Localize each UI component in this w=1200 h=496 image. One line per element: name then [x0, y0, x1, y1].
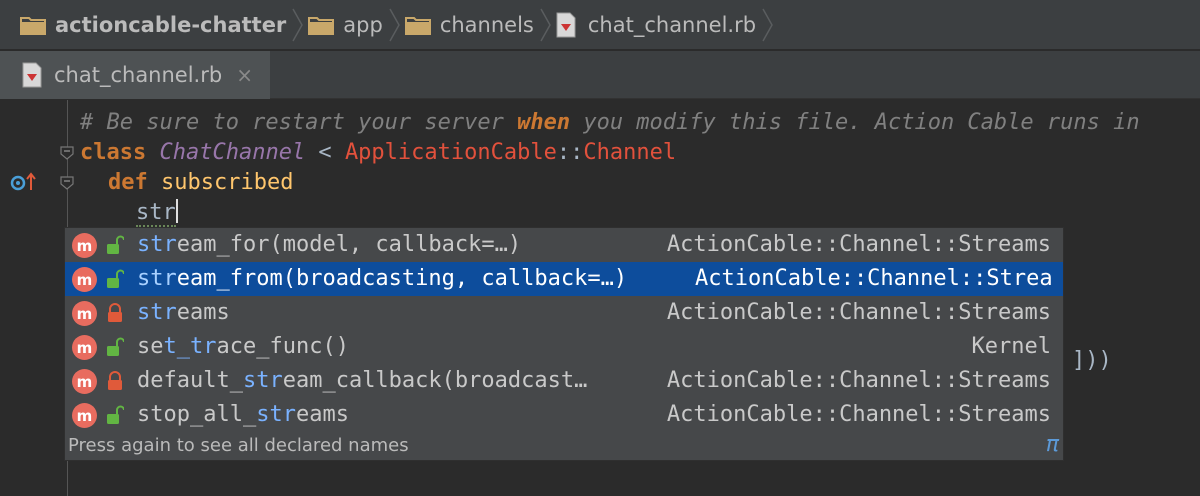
completion-item-name: stop_all_streams — [137, 398, 349, 432]
breadcrumb-item-app[interactable]: app — [308, 0, 405, 50]
completion-item-type: Kernel — [971, 334, 1051, 359]
public-lock-icon — [107, 405, 124, 424]
fold-icon[interactable] — [60, 176, 74, 190]
breadcrumb-item-project[interactable]: actioncable-chatter — [20, 0, 308, 50]
name-match: str — [242, 368, 283, 393]
chevron-right-icon — [389, 8, 400, 41]
name-match: str — [137, 266, 177, 291]
completion-item-type: ActionCable::Channel::Strea — [695, 266, 1053, 291]
comment-keyword: when — [517, 110, 571, 135]
editor-tab-bar: chat_channel.rb × — [0, 51, 1200, 99]
scope-separator: :: — [556, 140, 584, 165]
public-lock-icon — [107, 269, 124, 288]
fold-icon[interactable] — [60, 146, 74, 160]
override-method-icon[interactable] — [10, 172, 38, 192]
tab-chat-channel[interactable]: chat_channel.rb × — [0, 51, 270, 99]
close-icon[interactable]: × — [236, 63, 253, 87]
text-caret — [175, 199, 178, 223]
private-lock-icon — [108, 371, 122, 390]
completion-item-name: default_stream_callback(broadcast… — [137, 364, 587, 398]
folder-icon — [308, 15, 335, 35]
keyword-def: def — [108, 170, 148, 195]
name-suffix: ace_func() — [216, 334, 349, 359]
keyword-class: class — [80, 140, 147, 165]
tab-label: chat_channel.rb — [54, 63, 223, 87]
breadcrumb-item-file[interactable]: chat_channel.rb — [556, 0, 778, 50]
completion-item-type: ActionCable::Channel::Streams — [666, 300, 1051, 325]
completion-item-type: ActionCable::Channel::Streams — [666, 402, 1051, 427]
completion-item-name: stream_from(broadcasting, callback=…) — [137, 262, 627, 296]
completion-item[interactable]: m streams ActionCable::Channel::Streams — [65, 296, 1063, 330]
completion-item[interactable]: m stop_all_streams ActionCable::Channel::S… — [65, 398, 1063, 432]
completion-item-name: streams — [137, 296, 230, 330]
completion-item[interactable]: m set_trace_func() Kernel — [65, 330, 1063, 364]
completion-hint: Press again to see all declared names π — [65, 432, 1063, 460]
breadcrumb-label: channels — [439, 12, 534, 37]
name-suffix: eams — [295, 402, 349, 427]
name-suffix: eam_from(broadcasting, callback=…) — [176, 266, 628, 291]
class-name: ChatChannel — [159, 140, 306, 165]
method-icon: m — [72, 267, 97, 292]
hint-text: Press again to see all declared names — [68, 435, 409, 456]
base-class: Channel — [583, 140, 677, 165]
ruby-file-icon — [556, 12, 576, 38]
breadcrumb-label: app — [343, 12, 383, 37]
name-match: t_tr — [163, 334, 217, 359]
completion-popup: m stream_for(model, callback=…) ActionCabl… — [64, 227, 1064, 461]
chevron-right-icon — [292, 8, 304, 41]
breadcrumb: actioncable-chatter app channels chat_ch… — [0, 0, 1200, 50]
private-lock-icon — [108, 303, 122, 322]
name-prefix: stop_all_ — [137, 402, 257, 427]
completion-item-name: set_trace_func() — [137, 330, 349, 364]
code-line-4: str — [136, 198, 178, 228]
chevron-right-icon — [762, 8, 773, 41]
typed-text: str — [136, 200, 176, 227]
chevron-right-icon — [540, 8, 551, 41]
breadcrumb-label: actioncable-chatter — [55, 12, 287, 37]
completion-item[interactable]: m default_stream_callback(broadcast… Actio… — [65, 364, 1063, 398]
trailing-code: ])) — [1072, 348, 1112, 373]
name-match: str — [137, 232, 177, 257]
code-line-1: # Be sure to restart your server when yo… — [80, 108, 1140, 138]
name-suffix: eam_for(model, callback=…) — [176, 232, 522, 257]
base-module: ApplicationCable — [344, 140, 557, 165]
breadcrumb-label: chat_channel.rb — [587, 12, 757, 37]
comment-text: you modify this file. Action Cable runs … — [570, 110, 1140, 135]
name-suffix: eam_callback(broadcast… — [282, 368, 588, 393]
method-icon: m — [72, 233, 97, 258]
completion-item-type: ActionCable::Channel::Streams — [666, 368, 1051, 393]
completion-item[interactable]: m stream_for(model, callback=…) ActionCabl… — [65, 228, 1063, 262]
name-prefix: default_ — [137, 368, 243, 393]
folder-icon — [20, 15, 46, 35]
public-lock-icon — [107, 235, 124, 254]
code-line-3: def subscribed — [108, 168, 293, 198]
breadcrumb-item-channels[interactable]: channels — [404, 0, 556, 50]
folder-icon — [404, 15, 431, 35]
name-match: str — [137, 300, 177, 325]
name-suffix: eams — [176, 300, 230, 325]
completion-item[interactable]: m stream_from(broadcasting, callback=…) Ac… — [65, 262, 1063, 296]
completion-item-name: stream_for(model, callback=…) — [137, 228, 521, 262]
name-match: str — [256, 402, 296, 427]
method-icon: m — [72, 369, 97, 394]
method-name: subscribed — [161, 170, 294, 195]
pi-icon[interactable]: π — [1046, 432, 1059, 457]
method-icon: m — [72, 335, 97, 360]
name-prefix: se — [137, 334, 164, 359]
operator: < — [305, 140, 345, 165]
method-icon: m — [72, 403, 97, 428]
method-icon: m — [72, 301, 97, 326]
comment-text: # Be sure to restart your server — [80, 110, 518, 135]
code-line-2: class ChatChannel < ApplicationCable::Ch… — [80, 138, 676, 168]
public-lock-icon — [107, 337, 124, 356]
ruby-file-icon — [22, 62, 42, 88]
completion-item-type: ActionCable::Channel::Streams — [666, 232, 1051, 257]
